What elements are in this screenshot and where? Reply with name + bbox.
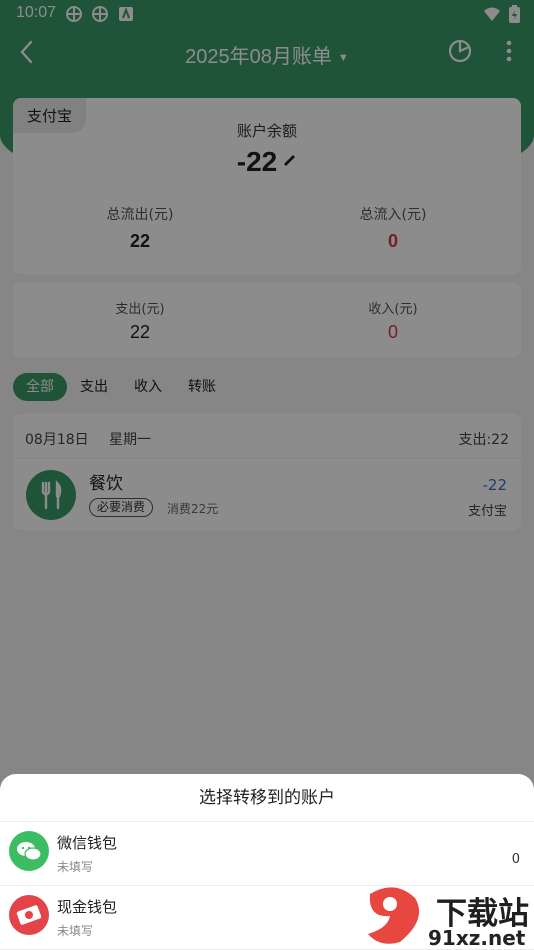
account-option-wechat[interactable]: 微信钱包 未填写 0: [0, 822, 534, 886]
account-name: 现金钱包: [57, 898, 118, 916]
watermark-text-bottom: 91xz.net: [428, 926, 526, 950]
account-balance: 0: [511, 852, 520, 867]
cash-icon: [9, 895, 49, 935]
watermark-logo-icon: [368, 887, 420, 944]
account-subtitle: 未填写: [57, 924, 94, 938]
site-watermark: 下载站 91xz.net: [360, 884, 534, 950]
account-name: 微信钱包: [57, 834, 118, 852]
wechat-icon: [9, 831, 49, 871]
account-subtitle: 未填写: [57, 860, 94, 874]
sheet-title: 选择转移到的账户: [0, 774, 534, 822]
